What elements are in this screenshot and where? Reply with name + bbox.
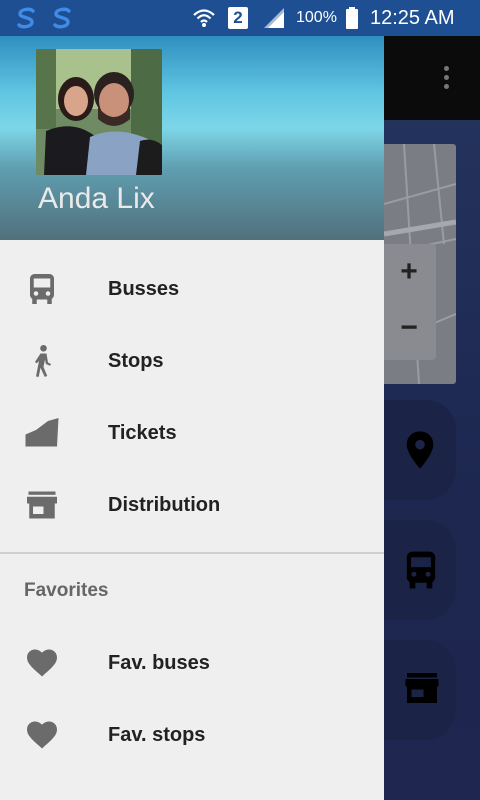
app-notification-icon bbox=[17, 7, 35, 29]
status-bar: 2 100% 12:25 AM bbox=[0, 0, 480, 36]
wifi-icon bbox=[193, 9, 215, 27]
menu-item-tickets[interactable]: Tickets bbox=[0, 397, 384, 469]
menu-item-busses[interactable]: Busses bbox=[0, 253, 384, 325]
drawer-header: Anda Lix bbox=[0, 36, 384, 240]
menu-item-label: Fav. buses bbox=[108, 652, 210, 674]
bus-icon bbox=[30, 274, 54, 304]
heart-icon bbox=[27, 649, 57, 677]
zoom-out-button[interactable]: − bbox=[394, 308, 424, 348]
menu-item-distribution[interactable]: Distribution bbox=[0, 469, 384, 541]
app-notification-icon bbox=[53, 7, 71, 29]
menu-item-label: Fav. stops bbox=[108, 724, 206, 746]
heart-icon bbox=[27, 721, 57, 749]
store-button[interactable] bbox=[384, 640, 456, 740]
menu-item-label: Distribution bbox=[108, 494, 221, 516]
menu-item-label: Busses bbox=[108, 278, 180, 300]
ticket-icon bbox=[25, 418, 59, 447]
menu-item-stops[interactable]: Stops bbox=[0, 325, 384, 397]
battery-percent: 100% bbox=[296, 9, 337, 26]
network-type-badge: 2 bbox=[228, 7, 248, 29]
battery-icon bbox=[346, 7, 358, 29]
location-pin-icon bbox=[406, 431, 434, 469]
store-icon bbox=[27, 491, 57, 519]
signal-icon bbox=[264, 8, 284, 28]
bus-button[interactable] bbox=[384, 520, 456, 620]
divider bbox=[0, 552, 384, 554]
store-icon bbox=[405, 673, 439, 703]
user-name: Anda Lix bbox=[38, 182, 155, 215]
menu-item-fav-buses[interactable]: Fav. buses bbox=[0, 627, 384, 699]
menu-item-fav-stops[interactable]: Fav. stops bbox=[0, 699, 384, 771]
location-button[interactable] bbox=[384, 400, 456, 500]
clock: 12:25 AM bbox=[370, 7, 455, 29]
favorites-section-title: Favorites bbox=[24, 580, 109, 601]
walk-icon bbox=[34, 344, 51, 377]
bus-icon bbox=[406, 551, 436, 589]
zoom-in-button[interactable]: + bbox=[394, 252, 424, 292]
menu-item-label: Stops bbox=[108, 350, 164, 372]
overflow-menu-icon[interactable] bbox=[440, 64, 454, 92]
avatar[interactable] bbox=[36, 49, 162, 175]
menu-item-label: Tickets bbox=[108, 422, 177, 444]
map-zoom-controls: + − bbox=[384, 244, 436, 360]
navigation-drawer: Anda Lix Busses Stops Tickets Distributi… bbox=[0, 36, 384, 800]
